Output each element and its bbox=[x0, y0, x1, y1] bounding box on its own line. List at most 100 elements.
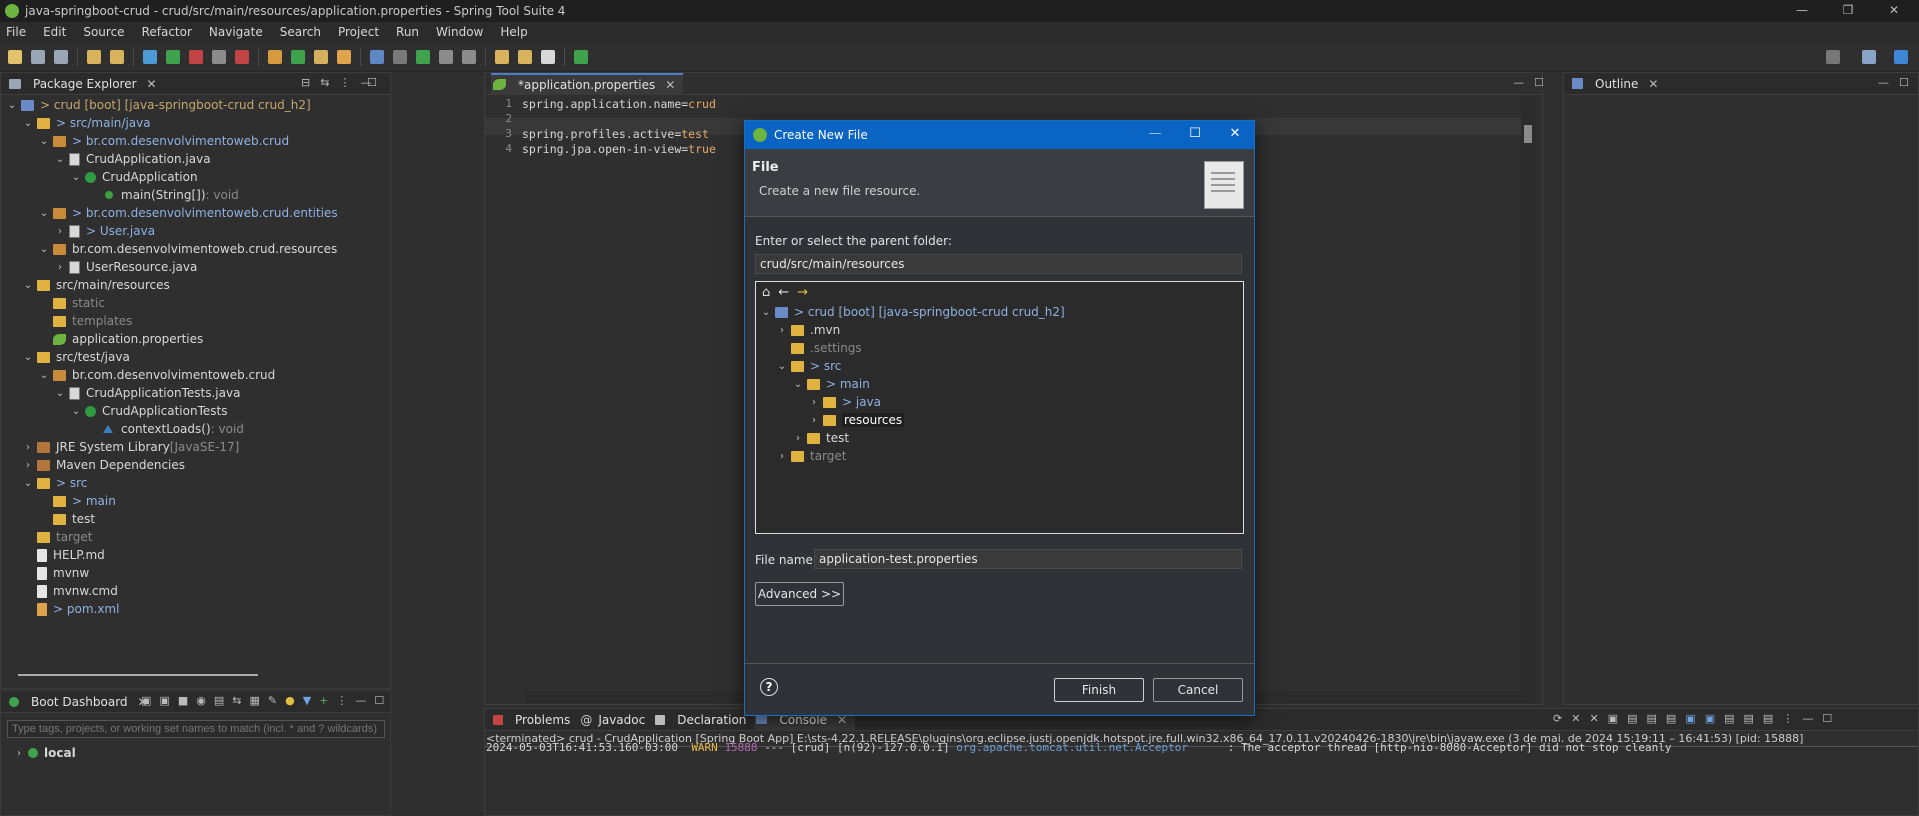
tab-package-explorer[interactable]: Package Explorer ✕ bbox=[7, 73, 165, 95]
tree-item[interactable]: target bbox=[37, 528, 93, 546]
minimize-view-icon[interactable]: — bbox=[1802, 712, 1813, 725]
chevron-right-icon[interactable]: › bbox=[808, 415, 820, 426]
debug-icon[interactable] bbox=[143, 49, 157, 64]
chevron-down-icon[interactable]: ⌄ bbox=[38, 244, 50, 255]
stop-icon[interactable] bbox=[212, 49, 226, 64]
chevron-down-icon[interactable]: ⌄ bbox=[38, 136, 50, 147]
filter-icon[interactable]: ▼ bbox=[303, 694, 311, 707]
tab-outline[interactable]: Outline ✕ bbox=[1570, 73, 1666, 95]
vertical-scrollbar[interactable] bbox=[1521, 95, 1535, 703]
boot-icon[interactable] bbox=[416, 49, 430, 64]
close-window-button[interactable]: ✕ bbox=[1872, 0, 1916, 22]
new-java-project-icon[interactable] bbox=[268, 49, 282, 64]
chevron-down-icon[interactable]: ⌄ bbox=[22, 478, 34, 489]
back-icon[interactable] bbox=[518, 49, 532, 64]
tree-item[interactable]: › local bbox=[13, 744, 76, 762]
open-type-icon[interactable] bbox=[314, 49, 328, 64]
home-icon[interactable]: ⌂ bbox=[762, 285, 770, 300]
tree-item[interactable]: ⌄ > src bbox=[776, 357, 842, 375]
tree-item[interactable]: › test bbox=[792, 429, 849, 447]
external-tools-icon[interactable] bbox=[189, 49, 203, 64]
open-browser-icon[interactable]: ◉ bbox=[196, 694, 206, 707]
menu-navigate[interactable]: Navigate bbox=[209, 25, 263, 39]
forward-icon[interactable] bbox=[541, 49, 555, 64]
dialog-minimize-button[interactable]: — bbox=[1135, 121, 1175, 149]
stop-icon[interactable]: ■ bbox=[178, 694, 188, 707]
restart-icon[interactable]: ▣ bbox=[159, 694, 169, 707]
edit-icon[interactable]: ✎ bbox=[268, 694, 277, 707]
tree-item[interactable]: ⌄ src/main/resources bbox=[22, 276, 170, 294]
chevron-down-icon[interactable]: ⌄ bbox=[776, 361, 788, 372]
terminate-icon[interactable]: ✕ bbox=[1571, 712, 1580, 725]
chevron-right-icon[interactable]: › bbox=[808, 397, 820, 408]
tree-item[interactable]: ⌄ br.com.desenvolvimentoweb.crud.resource… bbox=[38, 240, 337, 258]
tree-item[interactable]: ⌄ > crud [boot] [java-springboot-crud cru… bbox=[6, 96, 311, 114]
tree-item[interactable]: .settings bbox=[791, 339, 862, 357]
add-icon[interactable]: + bbox=[319, 694, 328, 707]
coverage-icon[interactable] bbox=[235, 49, 249, 64]
chevron-right-icon[interactable]: › bbox=[792, 433, 804, 444]
maximize-view-icon[interactable]: ☐ bbox=[1534, 76, 1544, 89]
toggle-mark-icon[interactable] bbox=[370, 49, 384, 64]
menu-window[interactable]: Window bbox=[436, 25, 483, 39]
sync-icon[interactable]: ⟳ bbox=[1553, 712, 1562, 725]
tree-item[interactable]: ⌄ > main bbox=[792, 375, 870, 393]
last-edit-icon[interactable] bbox=[495, 49, 509, 64]
scroll-lock-icon[interactable]: ▤ bbox=[1627, 712, 1637, 725]
start-icon[interactable]: ▣ bbox=[141, 694, 151, 707]
chevron-right-icon[interactable]: › bbox=[776, 451, 788, 462]
next-annotation-icon[interactable] bbox=[462, 49, 476, 64]
tree-item[interactable]: mvnw bbox=[37, 564, 89, 582]
new-icon[interactable] bbox=[8, 49, 22, 64]
tree-item[interactable]: > main bbox=[53, 492, 116, 510]
tree-item[interactable]: ⌄ > br.com.desenvolvimentoweb.crud.entiti… bbox=[38, 204, 338, 222]
parent-folder-input[interactable]: crud/src/main/resources bbox=[755, 254, 1242, 274]
show-on-error-icon[interactable]: ▣ bbox=[1685, 712, 1695, 725]
redo-icon[interactable] bbox=[110, 49, 124, 64]
tree-item[interactable]: › Maven Dependencies bbox=[22, 456, 185, 474]
display-console-icon[interactable]: ▤ bbox=[1744, 712, 1754, 725]
chevron-right-icon[interactable]: › bbox=[22, 442, 34, 453]
chevron-down-icon[interactable]: ⌄ bbox=[760, 307, 772, 318]
link-with-editor-icon[interactable]: ⇆ bbox=[320, 76, 329, 89]
view-menu-icon[interactable]: ⋮ bbox=[336, 694, 347, 707]
menu-help[interactable]: Help bbox=[500, 25, 527, 39]
close-icon[interactable]: ✕ bbox=[1648, 77, 1658, 91]
code-line[interactable]: spring.profiles.active=test bbox=[522, 127, 709, 141]
chevron-down-icon[interactable]: ⌄ bbox=[6, 100, 18, 111]
tree-item[interactable]: › target bbox=[776, 447, 847, 465]
show-console-output-icon[interactable]: ▤ bbox=[1666, 712, 1676, 725]
chevron-down-icon[interactable]: ⌄ bbox=[22, 118, 34, 129]
tree-item[interactable]: › > java bbox=[808, 393, 881, 411]
menu-source[interactable]: Source bbox=[83, 25, 124, 39]
chevron-down-icon[interactable]: ⌄ bbox=[70, 172, 82, 183]
chevron-right-icon[interactable]: › bbox=[13, 748, 25, 759]
show-on-output-icon[interactable]: ▣ bbox=[1705, 712, 1715, 725]
maximize-view-icon[interactable]: ☐ bbox=[374, 694, 384, 707]
search-icon[interactable] bbox=[1826, 49, 1840, 64]
open-console-icon[interactable]: ▤ bbox=[1763, 712, 1773, 725]
search-tool-icon[interactable] bbox=[337, 49, 351, 64]
console-icon[interactable]: ▤ bbox=[214, 694, 224, 707]
bulb-icon[interactable]: ● bbox=[285, 694, 295, 707]
tree-item[interactable]: ⌄ CrudApplicationTests bbox=[70, 402, 228, 420]
horizontal-scrollbar[interactable] bbox=[18, 674, 258, 676]
code-line[interactable]: spring.application.name=crud bbox=[522, 97, 716, 111]
tree-item[interactable]: HELP.md bbox=[37, 546, 105, 564]
save-icon[interactable] bbox=[31, 49, 45, 64]
chevron-right-icon[interactable]: › bbox=[54, 262, 66, 273]
tree-item[interactable]: ⌄ br.com.desenvolvimentoweb.crud bbox=[38, 366, 275, 384]
dialog-close-button[interactable]: ✕ bbox=[1215, 121, 1255, 149]
help-icon[interactable]: ? bbox=[760, 678, 778, 696]
cancel-button[interactable]: Cancel bbox=[1153, 678, 1243, 702]
tree-item[interactable]: templates bbox=[53, 312, 132, 330]
chevron-down-icon[interactable]: ⌄ bbox=[38, 208, 50, 219]
minimize-view-icon[interactable]: — bbox=[1878, 76, 1889, 89]
tree-item[interactable]: › UserResource.java bbox=[54, 258, 197, 276]
tree-item[interactable]: application.properties bbox=[53, 330, 203, 348]
tree-item[interactable]: ⌄ > src/main/java bbox=[22, 114, 151, 132]
back-arrow-icon[interactable]: ← bbox=[778, 285, 789, 300]
minimize-view-icon[interactable]: — bbox=[355, 694, 366, 707]
remove-all-terminated-icon[interactable]: ✕ bbox=[1589, 712, 1598, 725]
dialog-maximize-button[interactable]: ☐ bbox=[1175, 121, 1215, 149]
